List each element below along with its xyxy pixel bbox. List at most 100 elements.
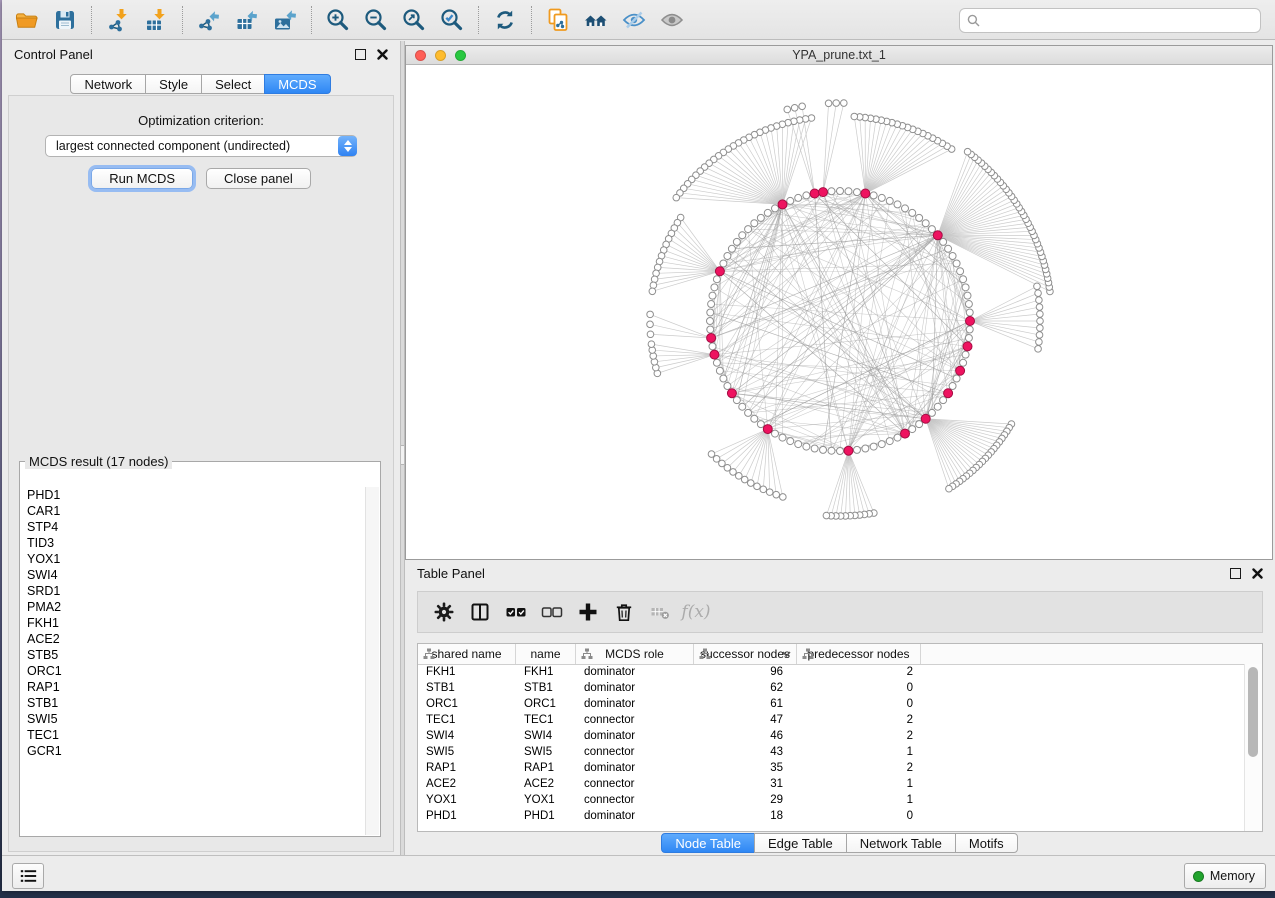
tab-style[interactable]: Style <box>145 74 202 94</box>
cell-successor-nodes[interactable]: 62 <box>694 682 797 694</box>
mcds-result-item[interactable]: TEC1 <box>21 727 366 743</box>
network-canvas[interactable] <box>406 65 1272 559</box>
open-file-button[interactable] <box>8 4 46 36</box>
table-row[interactable]: SWI5SWI5connector431 <box>418 744 1245 760</box>
cell-shared-name[interactable]: ORC1 <box>418 698 516 710</box>
import-network-button[interactable] <box>99 4 137 36</box>
table-tab-node-table[interactable]: Node Table <box>661 833 755 853</box>
mcds-result-item[interactable]: ACE2 <box>21 631 366 647</box>
close-panel-button[interactable]: Close panel <box>206 168 311 189</box>
tab-mcds[interactable]: MCDS <box>264 74 330 94</box>
add-column-button[interactable] <box>570 595 606 629</box>
zoom-fit-button[interactable] <box>395 4 433 36</box>
cell-predecessor-nodes[interactable]: 1 <box>797 794 921 806</box>
cell-successor-nodes[interactable]: 18 <box>694 810 797 822</box>
hide-selected-button[interactable] <box>615 4 653 36</box>
export-image-button[interactable] <box>266 4 304 36</box>
float-panel-icon[interactable] <box>355 49 366 60</box>
cell-mcds-role[interactable]: dominator <box>576 810 694 822</box>
cell-name[interactable]: TEC1 <box>516 714 576 726</box>
mcds-list-scrollbar[interactable] <box>365 487 379 835</box>
cell-name[interactable]: STB1 <box>516 682 576 694</box>
cell-mcds-role[interactable]: dominator <box>576 698 694 710</box>
cell-name[interactable]: SWI5 <box>516 746 576 758</box>
float-table-panel-icon[interactable] <box>1230 568 1241 579</box>
cell-shared-name[interactable]: FKH1 <box>418 666 516 678</box>
column-header-predecessor-nodes[interactable]: predecessor nodes <box>797 644 921 664</box>
cell-predecessor-nodes[interactable]: 0 <box>797 682 921 694</box>
cell-predecessor-nodes[interactable]: 0 <box>797 698 921 710</box>
mcds-result-item[interactable]: PMA2 <box>21 599 366 615</box>
close-table-panel-icon[interactable] <box>1252 568 1263 579</box>
table-tab-edge-table[interactable]: Edge Table <box>754 833 847 853</box>
column-header-name[interactable]: name <box>516 644 576 664</box>
export-table-button[interactable] <box>228 4 266 36</box>
cell-name[interactable]: PHD1 <box>516 810 576 822</box>
table-row[interactable]: ORC1ORC1dominator610 <box>418 696 1245 712</box>
cell-successor-nodes[interactable]: 47 <box>694 714 797 726</box>
table-row[interactable]: PHD1PHD1dominator180 <box>418 808 1245 824</box>
tab-select[interactable]: Select <box>201 74 265 94</box>
first-neighbors-button[interactable] <box>577 4 615 36</box>
column-header-successor-nodes[interactable]: successor nodes <box>694 644 797 664</box>
cell-name[interactable]: YOX1 <box>516 794 576 806</box>
mcds-result-item[interactable]: PHD1 <box>21 487 366 503</box>
cell-successor-nodes[interactable]: 35 <box>694 762 797 774</box>
cell-name[interactable]: FKH1 <box>516 666 576 678</box>
cell-mcds-role[interactable]: dominator <box>576 682 694 694</box>
cell-shared-name[interactable]: PHD1 <box>418 810 516 822</box>
cell-predecessor-nodes[interactable]: 2 <box>797 666 921 678</box>
cell-mcds-role[interactable]: connector <box>576 778 694 790</box>
search-input[interactable] <box>985 13 1253 29</box>
mcds-result-item[interactable]: STB1 <box>21 695 366 711</box>
cell-predecessor-nodes[interactable]: 0 <box>797 810 921 822</box>
select-all-rows-button[interactable] <box>498 595 534 629</box>
cell-name[interactable]: ACE2 <box>516 778 576 790</box>
show-panels-button[interactable] <box>12 863 44 889</box>
optimization-criterion-select[interactable]: largest connected component (undirected) <box>45 135 357 157</box>
mcds-result-item[interactable]: GCR1 <box>21 743 366 759</box>
table-row[interactable]: RAP1RAP1dominator352 <box>418 760 1245 776</box>
export-network-button[interactable] <box>190 4 228 36</box>
show-columns-button[interactable] <box>462 595 498 629</box>
cell-predecessor-nodes[interactable]: 2 <box>797 762 921 774</box>
deselect-all-rows-button[interactable] <box>534 595 570 629</box>
show-all-button[interactable] <box>653 4 691 36</box>
cell-mcds-role[interactable]: dominator <box>576 762 694 774</box>
cell-mcds-role[interactable]: connector <box>576 746 694 758</box>
cell-shared-name[interactable]: SWI5 <box>418 746 516 758</box>
memory-button[interactable]: Memory <box>1184 863 1266 889</box>
mcds-result-item[interactable]: TID3 <box>21 535 366 551</box>
table-row[interactable]: SWI4SWI4dominator462 <box>418 728 1245 744</box>
cell-name[interactable]: RAP1 <box>516 762 576 774</box>
refresh-button[interactable] <box>486 4 524 36</box>
cell-successor-nodes[interactable]: 61 <box>694 698 797 710</box>
table-row[interactable]: YOX1YOX1connector291 <box>418 792 1245 808</box>
mcds-result-item[interactable]: SRD1 <box>21 583 366 599</box>
tab-network[interactable]: Network <box>70 74 146 94</box>
table-scrollbar-thumb[interactable] <box>1248 667 1258 757</box>
mcds-result-item[interactable]: YOX1 <box>21 551 366 567</box>
cell-predecessor-nodes[interactable]: 1 <box>797 746 921 758</box>
mcds-result-item[interactable]: ORC1 <box>21 663 366 679</box>
cell-shared-name[interactable]: ACE2 <box>418 778 516 790</box>
network-graph[interactable] <box>406 65 1272 559</box>
table-settings-button[interactable] <box>426 595 462 629</box>
zoom-in-button[interactable] <box>319 4 357 36</box>
table-row[interactable]: STB1STB1dominator620 <box>418 680 1245 696</box>
mcds-result-item[interactable]: STP4 <box>21 519 366 535</box>
mcds-result-item[interactable]: FKH1 <box>21 615 366 631</box>
import-table-button[interactable] <box>137 4 175 36</box>
cell-shared-name[interactable]: STB1 <box>418 682 516 694</box>
table-tab-network-table[interactable]: Network Table <box>846 833 956 853</box>
column-header-shared-name[interactable]: shared name <box>418 644 516 664</box>
cell-successor-nodes[interactable]: 96 <box>694 666 797 678</box>
cell-successor-nodes[interactable]: 46 <box>694 730 797 742</box>
cell-predecessor-nodes[interactable]: 2 <box>797 730 921 742</box>
mcds-result-item[interactable]: SWI4 <box>21 567 366 583</box>
cell-successor-nodes[interactable]: 31 <box>694 778 797 790</box>
mcds-result-item[interactable]: CAR1 <box>21 503 366 519</box>
close-panel-icon[interactable] <box>377 49 388 60</box>
mcds-result-item[interactable]: STB5 <box>21 647 366 663</box>
delete-column-button[interactable] <box>606 595 642 629</box>
